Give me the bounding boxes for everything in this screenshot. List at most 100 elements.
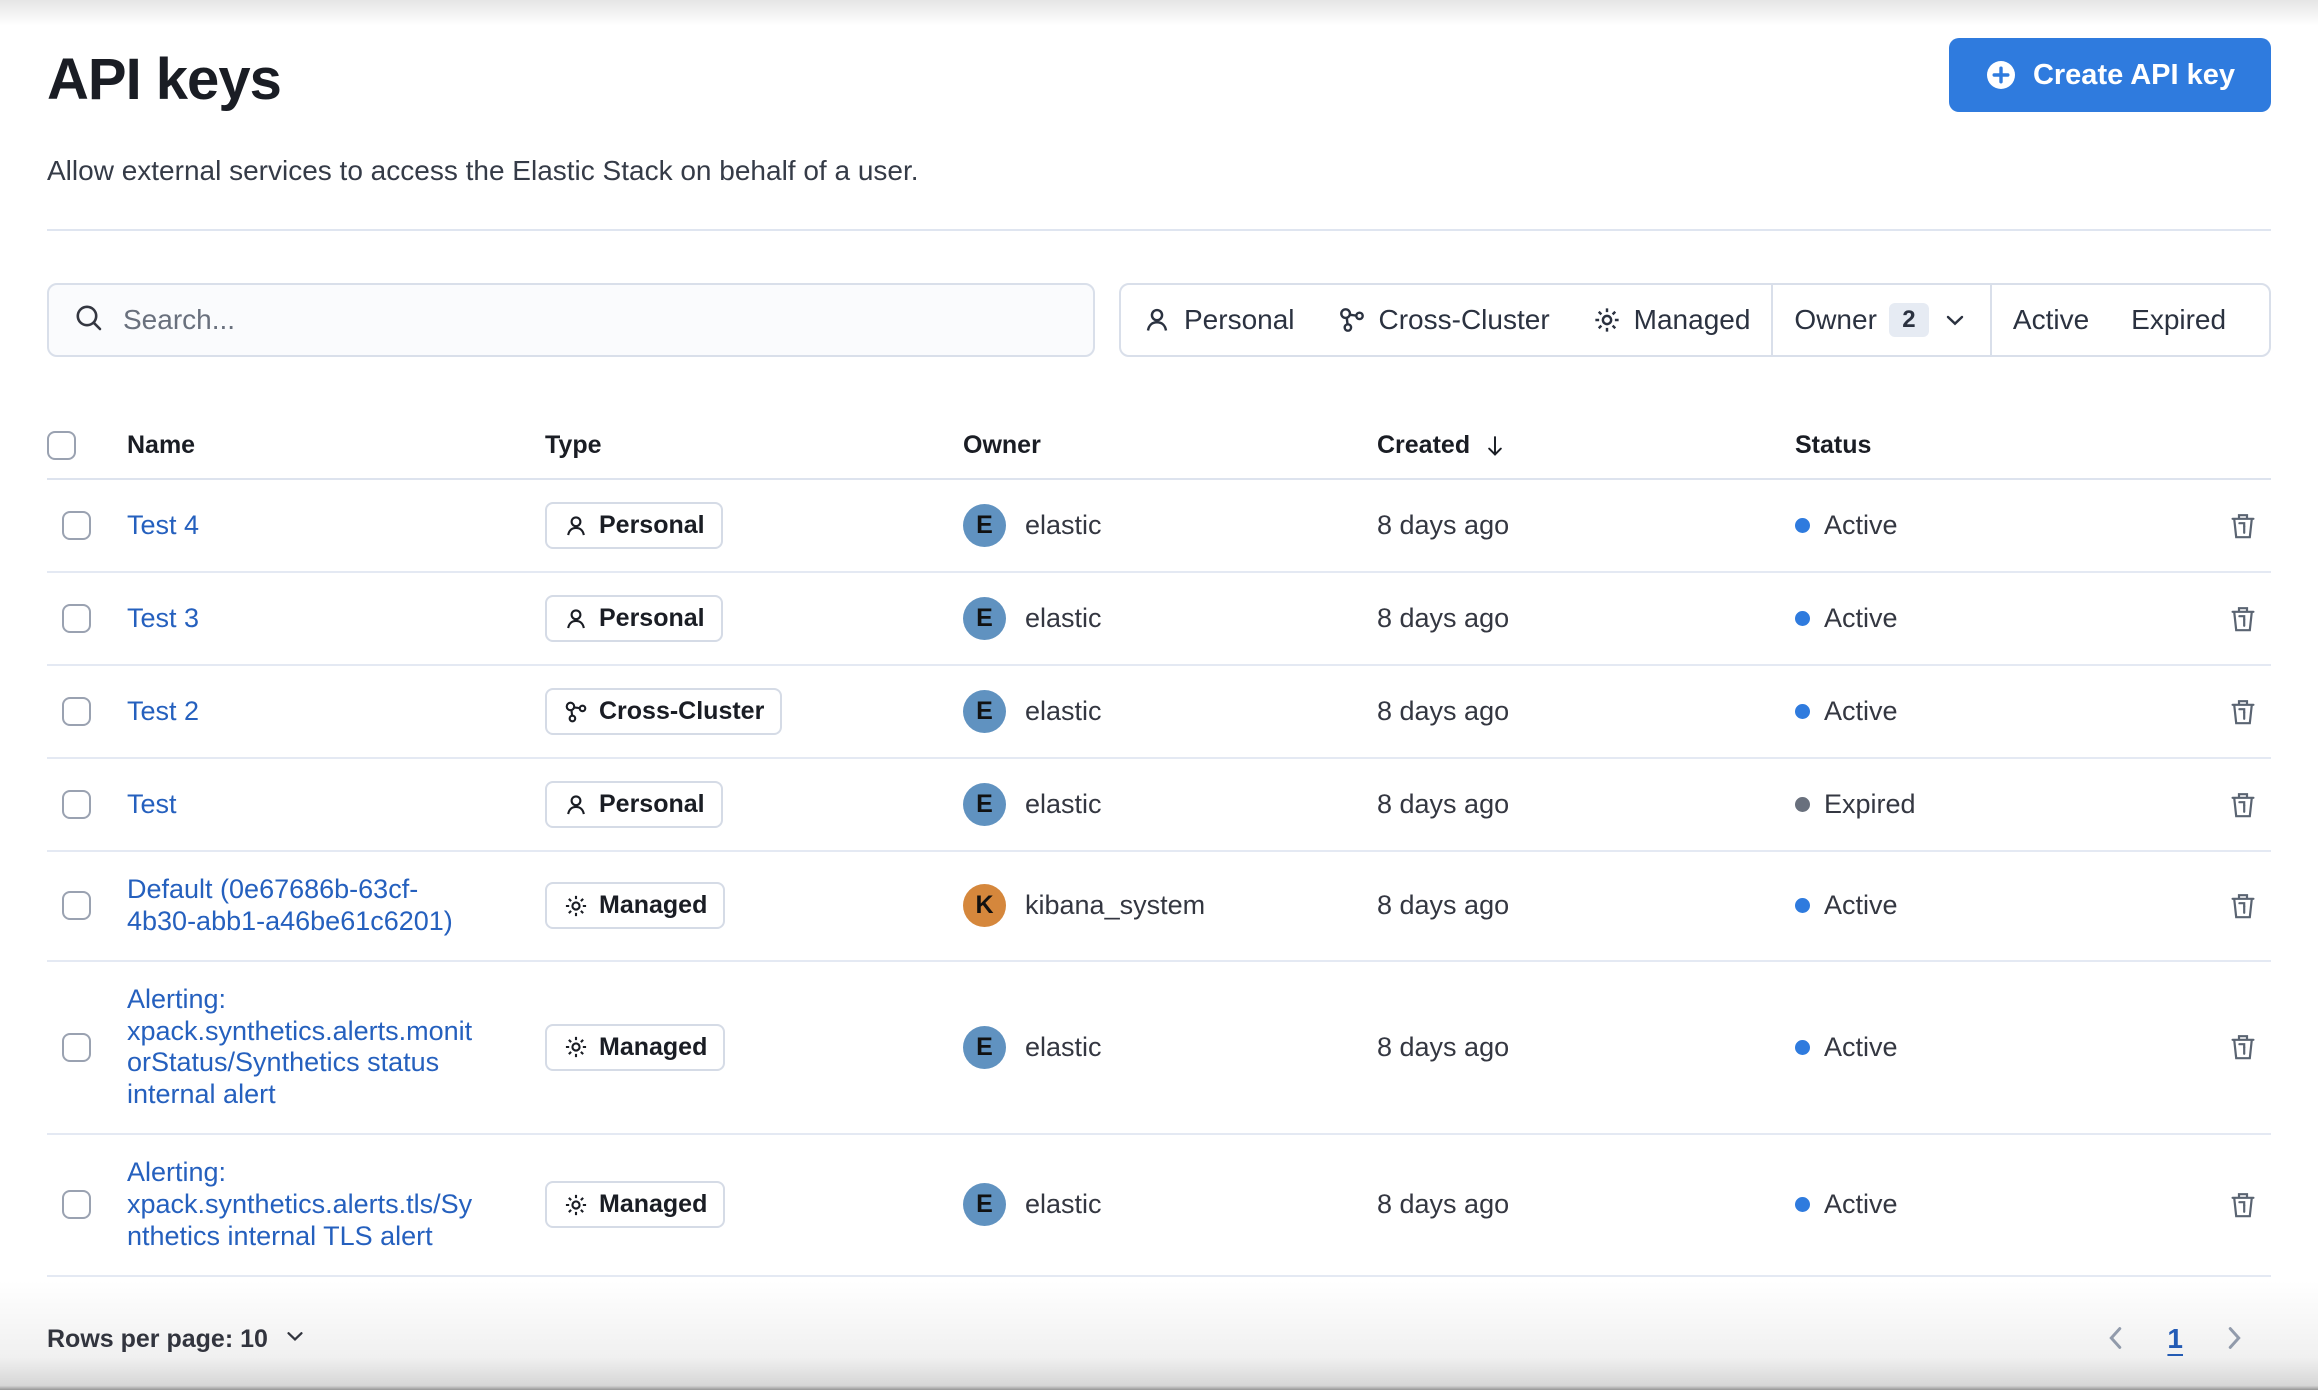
column-header-name[interactable]: Name xyxy=(127,415,545,478)
row-checkbox[interactable] xyxy=(62,1032,91,1062)
api-key-name-link[interactable]: Alerting: xpack.synthetics.alerts.tls/Sy… xyxy=(127,1157,487,1253)
filter-cross-cluster[interactable]: Cross-Cluster xyxy=(1316,285,1571,355)
delete-api-key-button[interactable] xyxy=(2223,886,2263,926)
status-text: Active xyxy=(1824,696,1898,726)
filter-personal-label: Personal xyxy=(1184,304,1295,335)
filter-cross-cluster-label: Cross-Cluster xyxy=(1378,304,1550,335)
create-api-key-label: Create API key xyxy=(2032,58,2235,91)
owner-avatar: K xyxy=(963,884,1006,928)
owner-avatar: E xyxy=(963,783,1006,826)
created-text: 8 days ago xyxy=(1377,696,1510,726)
rows-per-page-button[interactable]: Rows per page: 10 xyxy=(47,1323,308,1356)
type-badge: Cross-Cluster xyxy=(545,688,783,735)
owner-avatar: E xyxy=(963,597,1006,640)
search-input[interactable] xyxy=(123,304,1069,336)
column-header-type[interactable]: Type xyxy=(545,415,963,478)
created-text: 8 days ago xyxy=(1377,510,1510,540)
status-text: Active xyxy=(1824,510,1898,540)
user-icon xyxy=(563,606,589,632)
filter-managed[interactable]: Managed xyxy=(1571,285,1772,355)
filter-active[interactable]: Active xyxy=(1992,285,2110,355)
created-text: 8 days ago xyxy=(1377,1031,1510,1062)
owner-name: elastic xyxy=(1025,603,1102,633)
type-badge-label: Cross-Cluster xyxy=(599,697,765,725)
table-row: Test Personal E elastic 8 days ago Expir… xyxy=(47,759,2271,852)
previous-page-button[interactable] xyxy=(2099,1321,2133,1358)
row-checkbox[interactable] xyxy=(62,511,91,540)
select-all-checkbox[interactable] xyxy=(47,431,76,460)
filter-managed-label: Managed xyxy=(1633,304,1751,335)
type-badge-label: Managed xyxy=(599,1190,708,1219)
column-header-owner[interactable]: Owner xyxy=(963,415,1377,478)
delete-api-key-button[interactable] xyxy=(2223,599,2263,639)
status-dot xyxy=(1795,704,1810,719)
user-icon xyxy=(563,792,589,818)
type-badge: Managed xyxy=(545,1181,726,1229)
table-header-row: Name Type Owner Created Status xyxy=(47,415,2271,480)
row-checkbox[interactable] xyxy=(62,604,91,633)
gear-icon xyxy=(1592,305,1622,335)
row-checkbox[interactable] xyxy=(62,790,91,819)
create-api-key-button[interactable]: Create API key xyxy=(1948,38,2271,112)
api-key-name-link[interactable]: Alerting: xpack.synthetics.alerts.monito… xyxy=(127,984,487,1111)
api-key-name-link[interactable]: Default (0e67686b-63cf-4b30-abb1-a46be61… xyxy=(127,874,487,938)
delete-api-key-button[interactable] xyxy=(2223,1027,2263,1067)
status-dot xyxy=(1795,518,1810,533)
filter-owner-label: Owner xyxy=(1794,304,1877,335)
column-header-created[interactable]: Created xyxy=(1377,415,1795,478)
type-badge-label: Personal xyxy=(599,604,705,632)
type-badge-label: Personal xyxy=(599,511,705,539)
api-key-name-link[interactable]: Test 3 xyxy=(127,603,199,635)
table-row: Alerting: xpack.synthetics.alerts.tls/Sy… xyxy=(47,1135,2271,1277)
owner-name: elastic xyxy=(1025,696,1102,726)
sort-descending-arrow-icon xyxy=(1482,433,1508,459)
type-badge: Personal xyxy=(545,502,723,549)
chevron-down-icon xyxy=(282,1323,308,1356)
gear-icon xyxy=(563,1034,589,1060)
column-header-status[interactable]: Status xyxy=(1795,415,2215,478)
filter-personal[interactable]: Personal xyxy=(1121,285,1316,355)
filter-active-label: Active xyxy=(2012,304,2090,335)
cluster-icon xyxy=(563,699,589,725)
next-page-button[interactable] xyxy=(2217,1321,2251,1358)
status-text: Expired xyxy=(1824,789,1916,819)
owner-name: kibana_system xyxy=(1025,890,1206,921)
row-checkbox[interactable] xyxy=(62,891,91,921)
created-text: 8 days ago xyxy=(1377,890,1510,921)
type-badge-label: Managed xyxy=(599,1032,708,1061)
plus-in-circle-icon xyxy=(1985,59,2017,91)
owner-avatar: E xyxy=(963,1183,1006,1227)
search-box[interactable] xyxy=(47,283,1095,357)
delete-api-key-button[interactable] xyxy=(2223,692,2263,732)
type-badge-label: Personal xyxy=(599,790,705,818)
filter-owner[interactable]: Owner 2 xyxy=(1773,285,1989,355)
api-keys-page: API keys Create API key Allow external s… xyxy=(0,0,2318,1390)
chevron-down-icon xyxy=(1941,306,1969,334)
status-dot xyxy=(1795,898,1810,914)
owner-name: elastic xyxy=(1025,510,1102,540)
status-dot xyxy=(1795,1039,1810,1055)
created-text: 8 days ago xyxy=(1377,789,1510,819)
delete-api-key-button[interactable] xyxy=(2223,785,2263,825)
api-key-name-link[interactable]: Test 2 xyxy=(127,696,199,728)
owner-avatar: E xyxy=(963,690,1006,733)
delete-api-key-button[interactable] xyxy=(2223,1185,2263,1225)
api-keys-table: Name Type Owner Created Status Test 4 Pe… xyxy=(47,415,2271,1277)
row-checkbox[interactable] xyxy=(62,697,91,726)
row-checkbox[interactable] xyxy=(62,1190,91,1220)
table-body: Test 4 Personal E elastic 8 days ago Act… xyxy=(47,480,2271,1277)
filter-expired[interactable]: Expired xyxy=(2110,285,2247,355)
page-number-1[interactable]: 1 xyxy=(2167,1323,2183,1355)
api-key-name-link[interactable]: Test 4 xyxy=(127,510,199,542)
status-text: Active xyxy=(1824,1189,1898,1220)
cluster-icon xyxy=(1337,305,1367,335)
api-key-name-link[interactable]: Test xyxy=(127,789,177,821)
table-row: Alerting: xpack.synthetics.alerts.monito… xyxy=(47,962,2271,1136)
type-badge: Managed xyxy=(545,1023,726,1071)
delete-api-key-button[interactable] xyxy=(2223,506,2263,546)
status-dot xyxy=(1795,1197,1810,1213)
pagination: 1 xyxy=(2099,1321,2271,1358)
status-text: Active xyxy=(1824,1031,1898,1062)
gear-icon xyxy=(563,1192,589,1218)
owner-avatar: E xyxy=(963,504,1006,547)
